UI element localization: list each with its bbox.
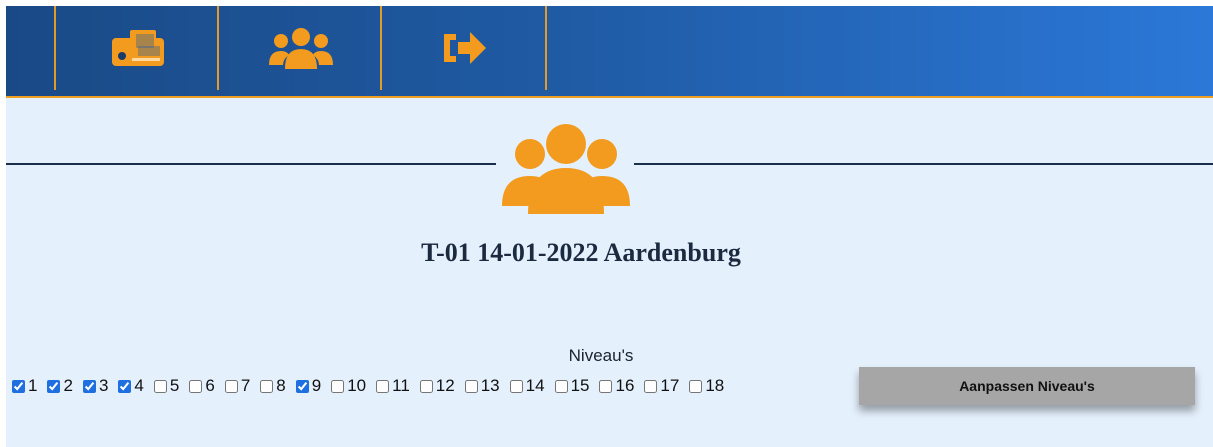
level-checkbox-item[interactable]: 12 bbox=[418, 376, 455, 396]
level-label: 7 bbox=[240, 376, 251, 395]
level-checkbox-group: 1 2 3 4 5 6 7 8 9 10 11 12 13 14 15 16 17 18 bbox=[10, 373, 732, 399]
level-checkbox[interactable] bbox=[331, 379, 345, 393]
level-checkbox[interactable] bbox=[599, 379, 613, 393]
level-checkbox-item[interactable]: 1 bbox=[10, 376, 37, 396]
page-title: T-01 14-01-2022 Aardenburg bbox=[421, 238, 741, 267]
top-navbar bbox=[6, 6, 1213, 98]
level-checkbox[interactable] bbox=[509, 379, 523, 393]
level-label: 3 bbox=[98, 376, 109, 395]
users-icon bbox=[498, 120, 634, 221]
page: T-01 14-01-2022 Aardenburg Niveau's 1234… bbox=[6, 6, 1213, 447]
level-checkbox[interactable] bbox=[47, 379, 61, 393]
level-checkbox-item[interactable]: 14 bbox=[508, 376, 545, 396]
level-checkbox[interactable] bbox=[12, 379, 25, 393]
level-label: 18 bbox=[705, 376, 725, 395]
levels-label: Niveau's bbox=[568, 346, 634, 365]
level-checkbox[interactable] bbox=[464, 379, 478, 393]
level-checkbox[interactable] bbox=[189, 379, 203, 393]
level-label: 15 bbox=[570, 376, 590, 395]
level-label: 16 bbox=[615, 376, 635, 395]
level-label: 4 bbox=[134, 376, 144, 395]
level-checkbox[interactable] bbox=[554, 379, 568, 393]
level-checkbox-item[interactable]: 17 bbox=[642, 376, 679, 396]
level-label: 12 bbox=[435, 376, 455, 395]
level-checkbox-item[interactable]: 7 bbox=[223, 376, 250, 396]
level-checkbox-item[interactable]: 3 bbox=[81, 376, 108, 396]
level-label: 14 bbox=[525, 376, 545, 395]
level-checkbox-item[interactable]: 9 bbox=[294, 376, 321, 396]
level-checkbox[interactable] bbox=[689, 379, 703, 393]
level-checkbox[interactable] bbox=[153, 379, 167, 393]
users-icon bbox=[268, 28, 333, 69]
level-checkbox[interactable] bbox=[376, 379, 390, 393]
level-label: 10 bbox=[347, 376, 367, 395]
level-label: 1 bbox=[28, 376, 38, 395]
level-label: 6 bbox=[205, 376, 215, 395]
level-checkbox-item[interactable]: 15 bbox=[553, 376, 590, 396]
level-checkbox-item[interactable]: 16 bbox=[597, 376, 634, 396]
update-levels-button[interactable]: Aanpassen Niveau's bbox=[859, 367, 1195, 405]
nav-item-users[interactable] bbox=[217, 6, 382, 90]
level-label: 5 bbox=[169, 376, 180, 395]
id-card-icon bbox=[111, 30, 164, 66]
level-checkbox-item[interactable]: 11 bbox=[374, 376, 410, 396]
nav-item-sign-out[interactable] bbox=[380, 6, 547, 90]
level-label: 2 bbox=[63, 376, 73, 395]
level-checkbox-item[interactable]: 18 bbox=[687, 376, 724, 396]
level-label: 8 bbox=[276, 376, 286, 395]
header-divider-left bbox=[6, 163, 496, 165]
sign-out-icon bbox=[443, 32, 486, 64]
level-checkbox[interactable] bbox=[82, 379, 96, 393]
level-checkbox[interactable] bbox=[224, 379, 238, 393]
level-checkbox-item[interactable]: 10 bbox=[329, 376, 366, 396]
header-divider-right bbox=[634, 163, 1213, 165]
level-label: 17 bbox=[660, 376, 680, 395]
nav-item-id-card[interactable] bbox=[54, 6, 219, 90]
level-checkbox-item[interactable]: 5 bbox=[152, 376, 179, 396]
level-checkbox[interactable] bbox=[118, 379, 132, 393]
level-checkbox[interactable] bbox=[419, 379, 433, 393]
level-checkbox-item[interactable]: 4 bbox=[116, 376, 144, 396]
level-checkbox-item[interactable]: 13 bbox=[463, 376, 500, 396]
level-checkbox-item[interactable]: 6 bbox=[187, 376, 215, 396]
level-label: 9 bbox=[311, 376, 322, 395]
level-checkbox[interactable] bbox=[295, 379, 309, 393]
level-checkbox[interactable] bbox=[260, 379, 274, 393]
level-label: 13 bbox=[480, 376, 500, 395]
level-checkbox-item[interactable]: 2 bbox=[45, 376, 73, 396]
level-label: 11 bbox=[392, 376, 410, 395]
level-checkbox-item[interactable]: 8 bbox=[258, 376, 286, 396]
level-checkbox[interactable] bbox=[644, 379, 658, 393]
